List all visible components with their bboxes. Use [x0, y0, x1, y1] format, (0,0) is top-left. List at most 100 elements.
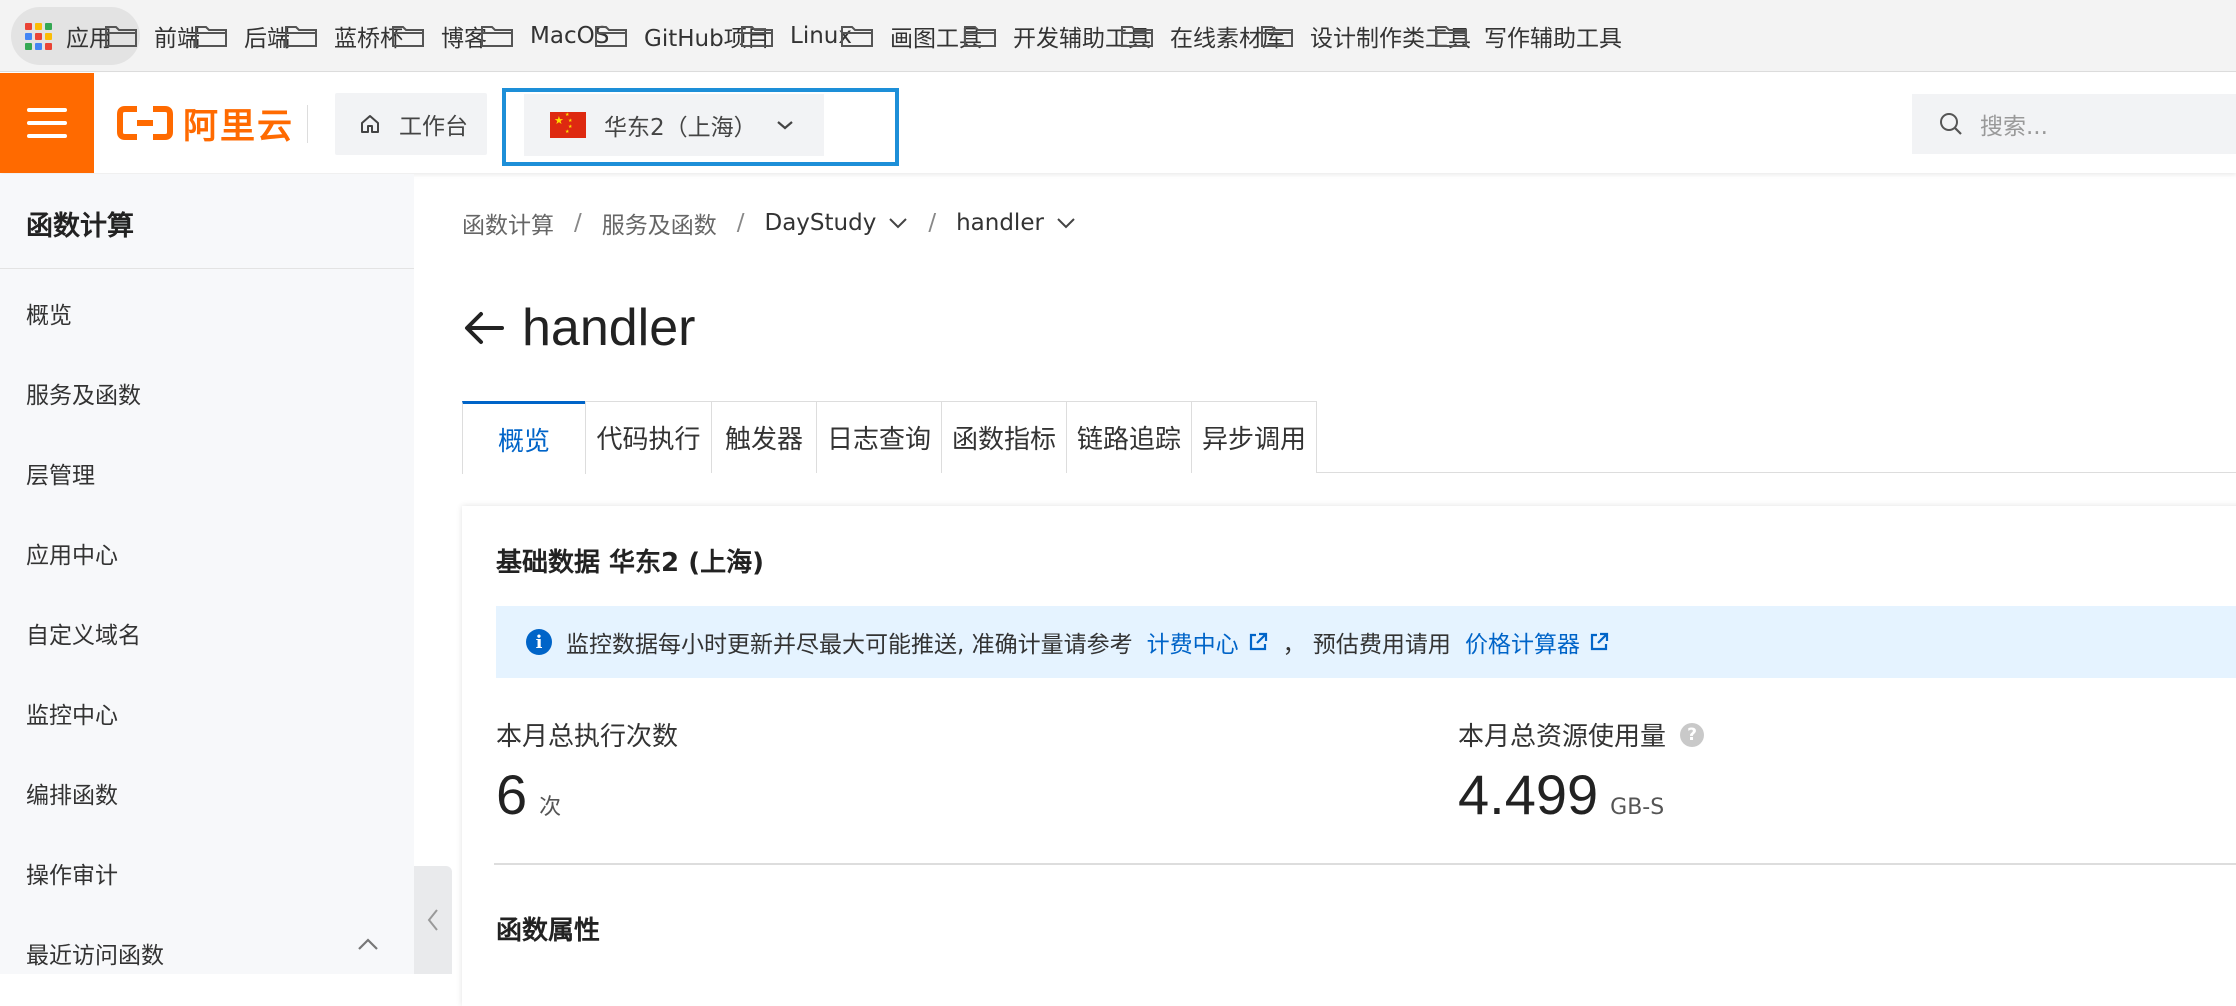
aliyun-logo[interactable]: 阿里云 [117, 100, 295, 147]
folder-icon [841, 26, 873, 47]
folder-icon [1435, 26, 1467, 47]
stat-invocations-label: 本月总执行次数 [496, 716, 678, 753]
folder-icon [1261, 26, 1293, 47]
arrow-left-icon[interactable] [462, 309, 506, 347]
sidebar-item-recent-functions[interactable]: 最近访问函数 [26, 936, 164, 970]
overview-card: 基础数据 华东2 (上海) i 监控数据每小时更新并尽最大可能推送, 准确计量请… [462, 506, 2236, 1006]
sidebar-item-orchestration[interactable]: 编排函数 [26, 776, 118, 810]
chevron-up-icon[interactable] [356, 936, 380, 952]
stat-label-text: 本月总资源使用量 [1458, 722, 1667, 752]
brand-name: 阿里云 [183, 106, 295, 147]
sidebar-item-services[interactable]: 服务及函数 [26, 376, 141, 410]
stat-label-text: 本月总执行次数 [496, 722, 679, 752]
workbench-button[interactable]: 工作台 [335, 93, 487, 155]
search-input[interactable]: 搜索... [1912, 94, 2236, 154]
folder-icon [964, 26, 996, 47]
region-selector[interactable]: ★ ★ ★ ★ ★ 华东2（上海） [524, 94, 824, 156]
price-calculator-link[interactable]: 价格计算器 [1465, 625, 1610, 659]
page-header: handler [462, 298, 695, 358]
tab-triggers[interactable]: 触发器 [711, 401, 817, 473]
apps-grid-icon [25, 22, 52, 50]
tab-metrics[interactable]: 函数指标 [941, 401, 1067, 473]
folder-icon [595, 26, 627, 47]
card-title: 基础数据 华东2 (上海) [496, 548, 764, 578]
info-notice: i 监控数据每小时更新并尽最大可能推送, 准确计量请参考 计费中心 ， 预估费用… [496, 606, 2236, 678]
info-icon: i [526, 629, 552, 655]
bookmark-folder-blog[interactable]: 博客 [391, 0, 487, 71]
folder-icon [105, 26, 137, 47]
aliyun-logo-icon [117, 106, 173, 140]
card-divider [494, 863, 2236, 865]
folder-icon [195, 26, 227, 47]
breadcrumb-item-function[interactable]: handler [956, 210, 1044, 236]
help-icon[interactable]: ? [1680, 722, 1705, 747]
folder-icon [1121, 26, 1153, 47]
sidebar-title: 函数计算 [26, 211, 134, 242]
stat-number: 4.499 [1458, 763, 1599, 826]
chevron-down-icon[interactable] [888, 217, 908, 229]
stat-invocations-value: 6 次 [496, 762, 561, 827]
bookmark-folder-macos[interactable]: MacOS [480, 0, 609, 71]
billing-center-link[interactable]: 计费中心 [1147, 625, 1269, 659]
function-tabs: 概览 代码执行 触发器 日志查询 函数指标 链路追踪 异步调用 [462, 401, 2236, 474]
sidebar-item-overview[interactable]: 概览 [26, 296, 72, 330]
tab-code[interactable]: 代码执行 [585, 401, 712, 473]
header-divider [307, 105, 308, 143]
price-calculator-label: 价格计算器 [1464, 632, 1580, 658]
bookmarks-bar: 应用 前端 后端 蓝桥杯 博客 MacOS GitHub项目 Linux 画图工… [0, 0, 2236, 72]
breadcrumb-item-service[interactable]: DayStudy [765, 210, 877, 236]
stat-number: 6 [496, 763, 528, 826]
china-flag-icon: ★ ★ ★ ★ ★ [550, 112, 586, 138]
tab-overview[interactable]: 概览 [462, 401, 586, 474]
breadcrumb-separator: / [928, 210, 937, 236]
tab-async[interactable]: 异步调用 [1191, 401, 1317, 473]
chevron-down-icon[interactable] [1056, 217, 1076, 229]
breadcrumb-separator: / [574, 210, 582, 236]
billing-center-label: 计费中心 [1146, 632, 1239, 658]
chevron-left-icon [427, 909, 438, 931]
breadcrumb: 函数计算 / 服务及函数 / DayStudy / handler [462, 206, 1076, 240]
notice-text: 监控数据每小时更新并尽最大可能推送, 准确计量请参考 [566, 632, 1133, 658]
bookmark-folder-backend[interactable]: 后端 [194, 0, 290, 71]
folder-icon [741, 26, 773, 47]
region-label: 华东2（上海） [604, 115, 757, 141]
workbench-label: 工作台 [399, 114, 468, 140]
folder-icon [285, 26, 317, 47]
bookmark-folder-linux[interactable]: Linux [740, 0, 852, 71]
sidebar-item-monitoring[interactable]: 监控中心 [26, 696, 118, 730]
sidebar-item-app-center[interactable]: 应用中心 [26, 536, 118, 570]
bookmark-folder-frontend[interactable]: 前端 [104, 0, 200, 71]
tab-tracing[interactable]: 链路追踪 [1066, 401, 1192, 473]
breadcrumb-item-fc[interactable]: 函数计算 [462, 206, 554, 240]
notice-middle-text: ， 预估费用请用 [1282, 632, 1451, 658]
breadcrumb-separator: / [736, 210, 745, 236]
console-header: 阿里云 工作台 [0, 73, 2236, 173]
sidebar-divider [0, 268, 414, 269]
sidebar: 函数计算 概览 服务及函数 层管理 应用中心 自定义域名 监控中心 编排函数 操… [0, 174, 414, 974]
sidebar-collapse-button[interactable] [414, 866, 452, 974]
breadcrumb-item-services[interactable]: 服务及函数 [602, 206, 717, 240]
folder-icon [481, 26, 513, 47]
sidebar-item-layers[interactable]: 层管理 [26, 456, 95, 490]
folder-icon [392, 26, 424, 47]
chevron-down-icon [776, 121, 793, 130]
stat-unit: GB-S [1610, 795, 1665, 820]
bookmark-folder-writing[interactable]: 写作辅助工具 [1434, 0, 1622, 71]
sidebar-item-custom-domain[interactable]: 自定义域名 [26, 616, 141, 650]
function-properties-title: 函数属性 [496, 916, 601, 946]
hamburger-menu-icon[interactable] [0, 73, 94, 173]
external-link-icon [1590, 632, 1609, 651]
home-icon [361, 115, 379, 133]
search-placeholder: 搜索... [1980, 114, 2048, 140]
page-title: handler [522, 299, 696, 357]
stat-unit: 次 [539, 795, 562, 820]
search-icon [1940, 113, 1962, 135]
stat-resource-value: 4.499 GB-S [1458, 762, 1664, 827]
bookmark-folder-label: 写作辅助工具 [1484, 26, 1622, 52]
tab-logs[interactable]: 日志查询 [816, 401, 942, 473]
stat-resource-label: 本月总资源使用量 ? [1458, 716, 1705, 753]
bookmark-folder-drawing[interactable]: 画图工具 [840, 0, 982, 71]
sidebar-item-audit[interactable]: 操作审计 [26, 856, 118, 890]
bookmark-folder-lanqiao[interactable]: 蓝桥杯 [284, 0, 403, 71]
external-link-icon [1249, 632, 1267, 651]
